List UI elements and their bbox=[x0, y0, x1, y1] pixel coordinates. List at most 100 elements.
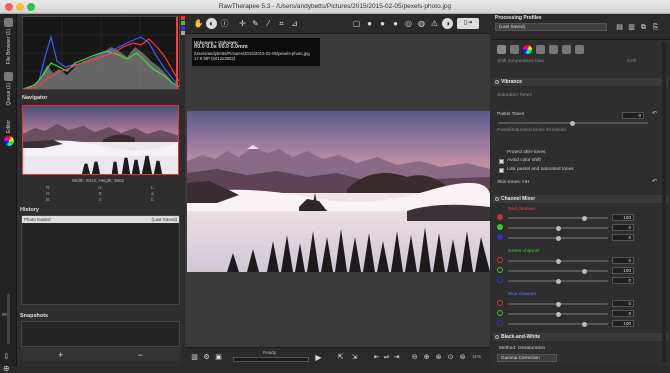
green-blue-value[interactable]: 0 bbox=[612, 277, 634, 284]
preview-green-icon[interactable]: ● bbox=[377, 18, 388, 29]
blue-green-knob[interactable] bbox=[556, 311, 561, 317]
red-green-value[interactable]: 0 bbox=[612, 224, 634, 231]
main-photo[interactable] bbox=[187, 111, 490, 272]
copy-profile-icon[interactable]: ⧉ bbox=[638, 22, 649, 33]
history-row[interactable]: Photo loaded (Last Saved) bbox=[22, 216, 179, 223]
pastel-slider-knob[interactable] bbox=[570, 120, 575, 126]
exposure-tab-icon[interactable] bbox=[497, 44, 506, 54]
green-blue-slider[interactable] bbox=[508, 278, 608, 284]
navigator-thumbnail[interactable] bbox=[22, 105, 179, 175]
protect-skin-label: Protect skin-tones bbox=[507, 150, 546, 155]
wavelet-tab-icon[interactable] bbox=[536, 44, 545, 54]
left-vertical-slider[interactable] bbox=[7, 294, 10, 344]
zoom-fit-crop-icon[interactable]: ⊚ bbox=[457, 352, 468, 363]
hand-icon[interactable]: ✋ bbox=[193, 18, 204, 29]
pastel-tones-slider[interactable] bbox=[498, 120, 648, 126]
edit-external-icon[interactable]: ⇲ bbox=[349, 352, 360, 363]
green-red-slider[interactable] bbox=[508, 258, 608, 264]
detail-tab-icon[interactable] bbox=[510, 44, 519, 54]
histogram-graph bbox=[22, 17, 180, 90]
red-green-slider[interactable] bbox=[508, 225, 608, 231]
tab-editor[interactable]: Editor bbox=[1, 118, 16, 147]
color-picker-icon[interactable]: ⁄ bbox=[263, 18, 274, 29]
crop-icon[interactable]: ⌗ bbox=[276, 18, 287, 29]
add-snapshot-button[interactable]: + bbox=[58, 350, 63, 360]
skin-tones-reset-icon[interactable]: ↶ bbox=[652, 178, 657, 185]
bw-power-icon[interactable] bbox=[495, 335, 499, 339]
before-after-icon[interactable]: ◐ bbox=[206, 18, 217, 29]
focus-mask-icon[interactable]: ◍ bbox=[416, 18, 427, 29]
white-balance-icon[interactable]: ✎ bbox=[250, 18, 261, 29]
left-panel-toggle-icon[interactable]: ▥ bbox=[189, 352, 200, 363]
preview-red-icon[interactable]: ● bbox=[364, 18, 375, 29]
blue-green-slider[interactable] bbox=[508, 311, 608, 317]
transform-tab-icon[interactable] bbox=[549, 44, 558, 54]
warning-icon[interactable]: ⚠ bbox=[429, 18, 440, 29]
red-red-knob[interactable] bbox=[582, 215, 587, 221]
green-green-knob[interactable] bbox=[582, 268, 587, 274]
tab-file-browser[interactable]: File Browser (1) bbox=[1, 18, 16, 64]
toggle-panel-icon[interactable]: ⇩ bbox=[3, 352, 10, 361]
zoom-fit-icon[interactable]: ⊙ bbox=[445, 352, 456, 363]
green-channel-label: Green channel bbox=[508, 249, 540, 254]
green-green-slider[interactable] bbox=[508, 268, 608, 274]
channel-mixer-power-icon[interactable] bbox=[495, 197, 499, 201]
link-pastel-checkbox[interactable] bbox=[499, 168, 504, 173]
blue-output-red-icon bbox=[497, 300, 503, 306]
metadata-tab-icon[interactable] bbox=[575, 44, 584, 54]
tab-queue[interactable]: Queue (1) bbox=[1, 72, 16, 106]
red-blue-value[interactable]: 0 bbox=[612, 234, 634, 241]
straighten-icon[interactable]: ⊿ bbox=[289, 18, 300, 29]
gamma-correction-button[interactable]: Gamma Correction bbox=[497, 354, 557, 362]
export-icon[interactable]: ⇱ bbox=[335, 352, 346, 363]
red-green-knob[interactable] bbox=[556, 225, 561, 231]
toggle-right-panel-icon[interactable]: ▯⇥ bbox=[457, 18, 479, 29]
green-blue-knob[interactable] bbox=[556, 278, 561, 284]
blue-red-knob[interactable] bbox=[556, 301, 561, 307]
preview-luminance-icon[interactable]: ◎ bbox=[403, 18, 414, 29]
zoom-out-icon[interactable]: ⊖ bbox=[409, 352, 420, 363]
pastel-reset-icon[interactable]: ↶ bbox=[652, 110, 657, 117]
green-red-value[interactable]: 0 bbox=[612, 257, 634, 264]
zoom-in-icon[interactable]: ⊕ bbox=[421, 352, 432, 363]
crosshair-tool-icon[interactable]: ✛ bbox=[237, 18, 248, 29]
vibrance-power-icon[interactable] bbox=[495, 80, 499, 84]
save-profile-icon[interactable]: ▥ bbox=[626, 22, 637, 33]
blue-blue-knob[interactable] bbox=[582, 321, 587, 327]
settings-icon[interactable]: ⚙ bbox=[201, 352, 212, 363]
hidden-toolbar-icon[interactable]: ▢ bbox=[351, 18, 362, 29]
blue-green-value[interactable]: 0 bbox=[612, 310, 634, 317]
bw-header[interactable]: Black-and-White bbox=[493, 333, 668, 341]
green-red-knob[interactable] bbox=[556, 258, 561, 264]
avoid-color-shift-checkbox[interactable] bbox=[499, 159, 504, 164]
profile-select[interactable]: (Last Saved) bbox=[495, 23, 607, 31]
right-scrollbar[interactable] bbox=[662, 42, 666, 362]
blue-red-slider[interactable] bbox=[508, 301, 608, 307]
crosshair-icon[interactable]: ⊕ bbox=[3, 364, 10, 373]
green-green-value[interactable]: 100 bbox=[612, 267, 634, 274]
red-blue-knob[interactable] bbox=[556, 235, 561, 241]
blue-blue-value[interactable]: 100 bbox=[612, 320, 634, 327]
red-red-value[interactable]: 100 bbox=[612, 214, 634, 221]
pastel-threshold-label: Pastel/saturated tones threshold bbox=[497, 128, 566, 133]
red-red-slider[interactable] bbox=[508, 215, 608, 221]
method-value[interactable]: Desaturation bbox=[518, 346, 545, 351]
pastel-tones-value[interactable]: 0 bbox=[622, 112, 644, 119]
red-blue-slider[interactable] bbox=[508, 235, 608, 241]
clipping-indicator-icon[interactable]: ◑ bbox=[442, 18, 453, 29]
raw-tab-icon[interactable] bbox=[562, 44, 571, 54]
open-profile-icon[interactable]: ▤ bbox=[614, 22, 625, 33]
blue-red-value[interactable]: 0 bbox=[612, 300, 634, 307]
send-to-queue-icon[interactable]: ▶ bbox=[313, 352, 324, 363]
vibrance-header[interactable]: Vibrance bbox=[493, 78, 668, 86]
save-icon[interactable]: ▣ bbox=[213, 352, 224, 363]
color-tab-icon[interactable] bbox=[523, 44, 532, 54]
preview-blue-icon[interactable]: ● bbox=[390, 18, 401, 29]
next-image-icon[interactable]: ⇥ bbox=[391, 352, 402, 363]
blue-blue-slider[interactable] bbox=[508, 321, 608, 327]
channel-mixer-header[interactable]: Channel Mixer bbox=[493, 195, 668, 203]
zoom-100-icon[interactable]: ⊛ bbox=[433, 352, 444, 363]
paste-profile-icon[interactable]: ⎘ bbox=[650, 22, 661, 33]
remove-snapshot-button[interactable]: − bbox=[138, 350, 143, 360]
info-icon[interactable]: ⓘ bbox=[219, 18, 230, 29]
